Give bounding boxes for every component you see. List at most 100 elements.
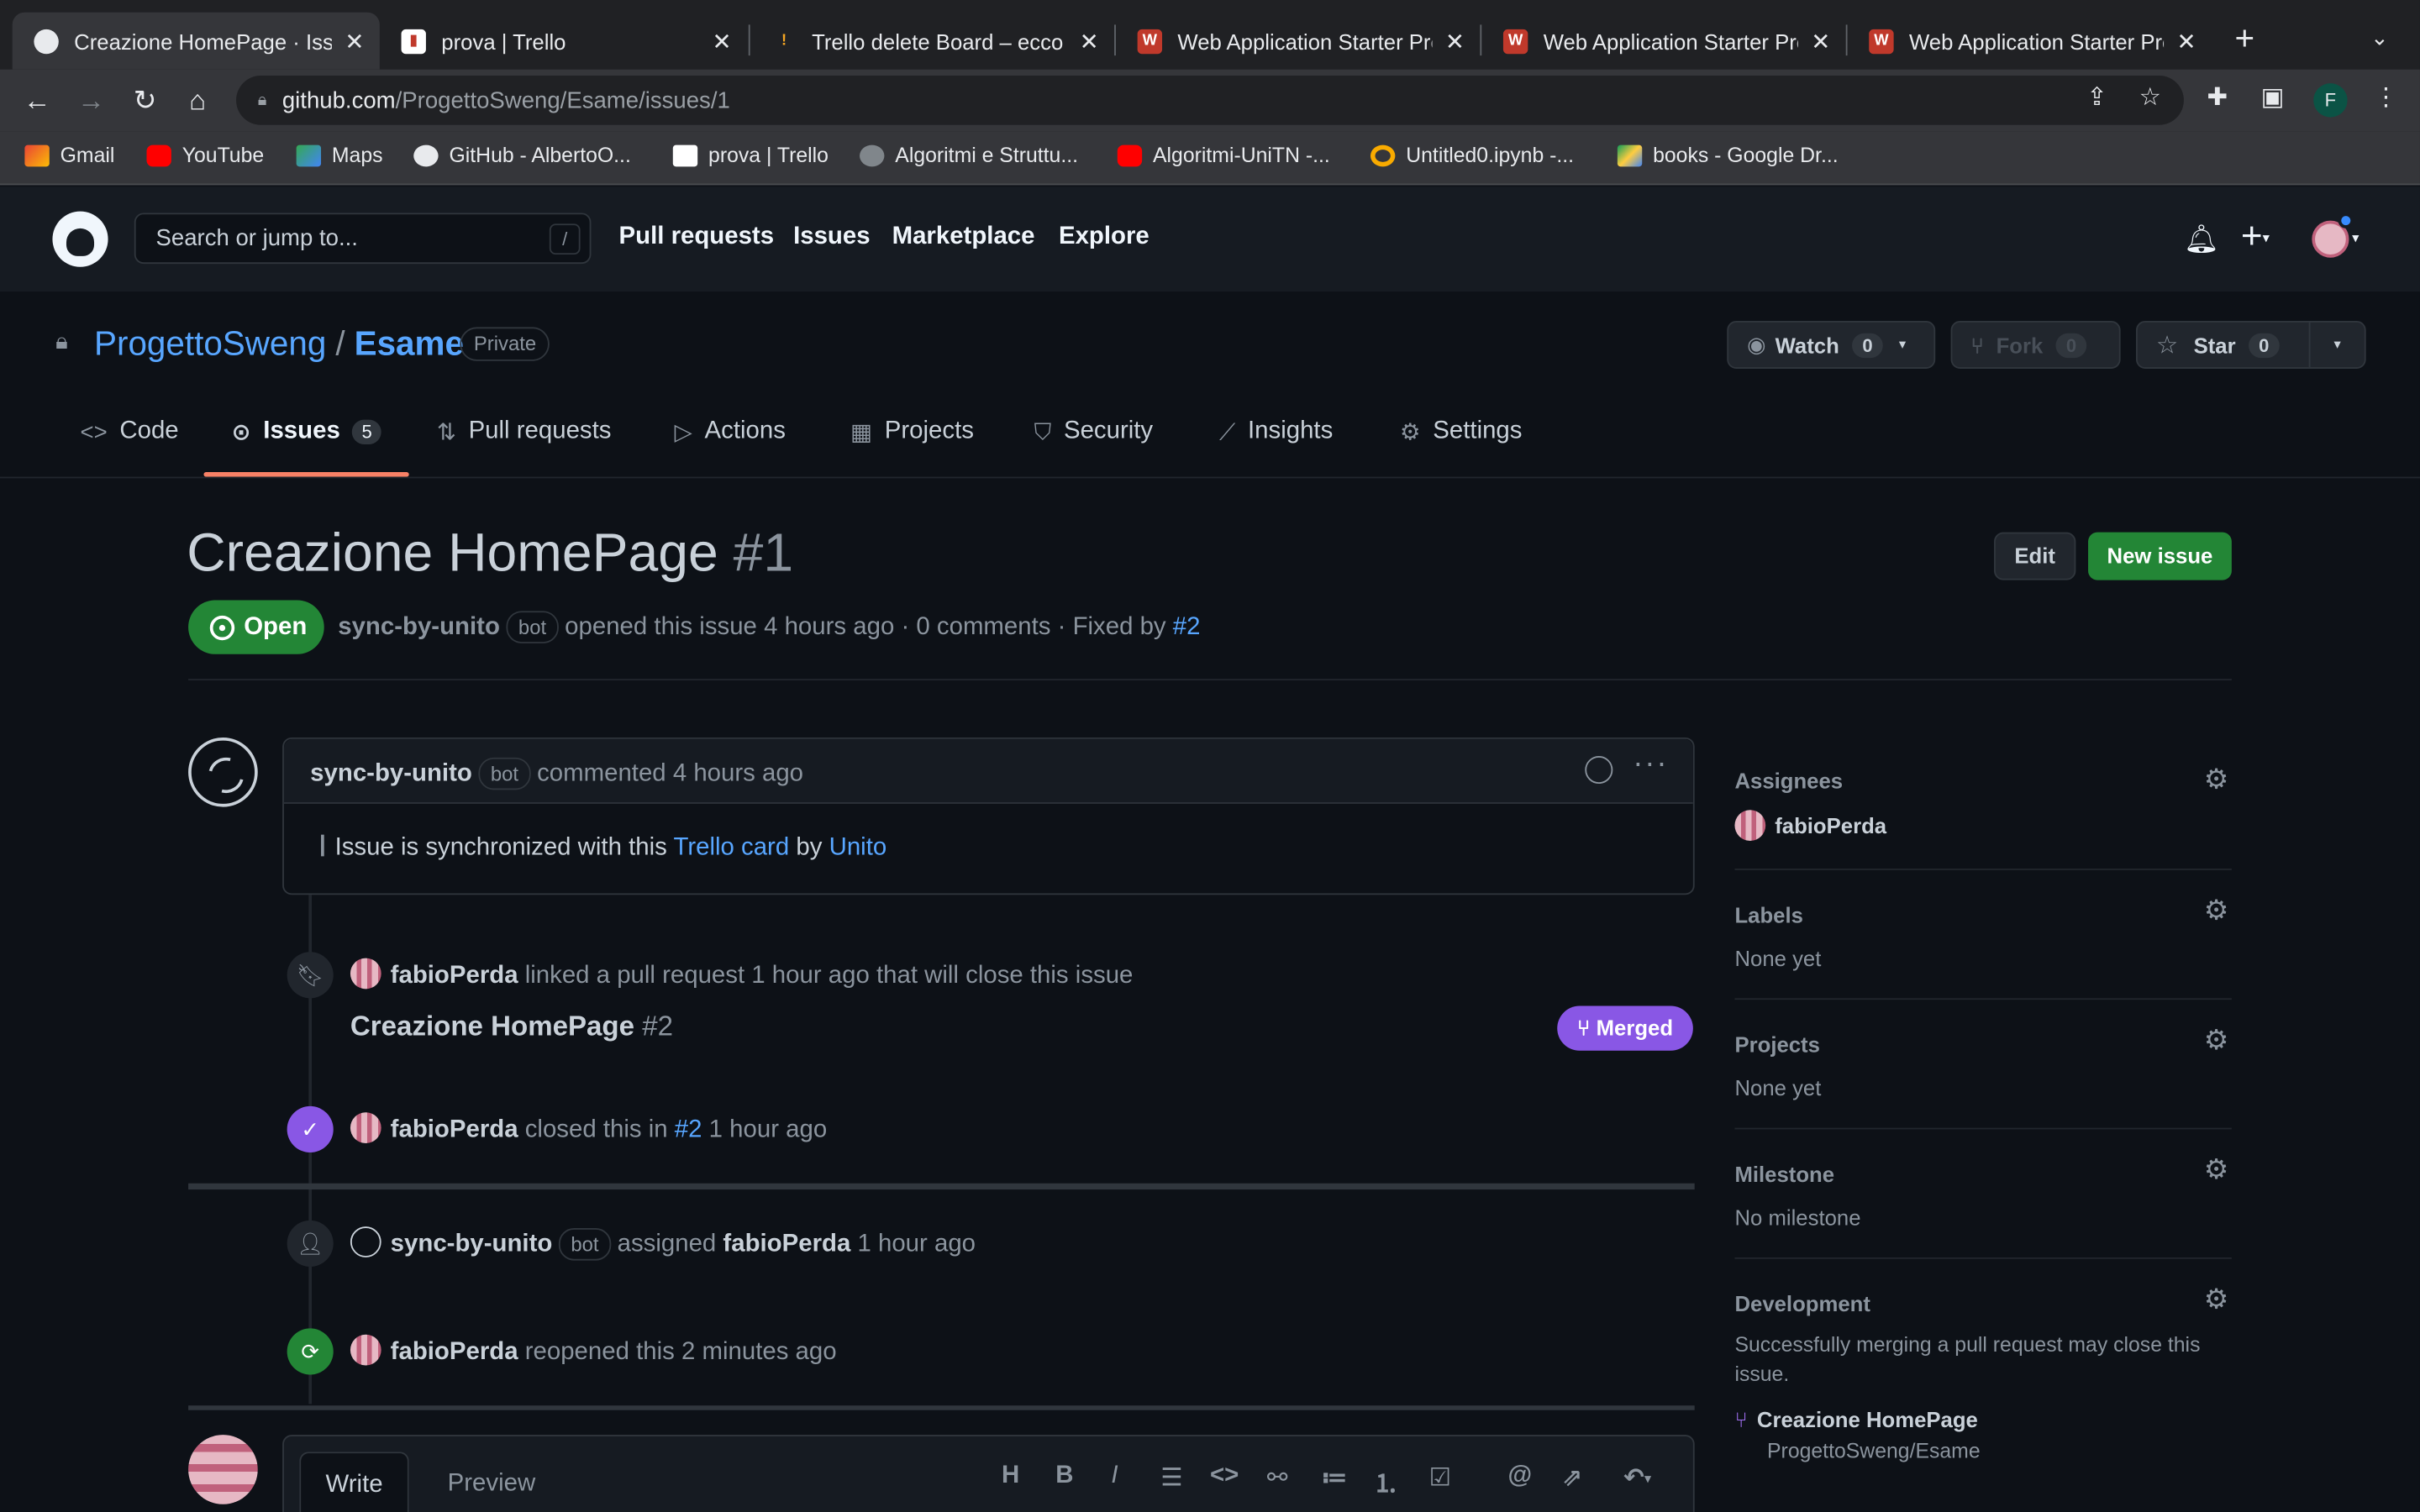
bookmark-item[interactable]: GitHub - AlbertoO... [413,144,631,166]
fixed-by-link[interactable]: #2 [1173,614,1201,640]
browser-menu-icon[interactable]: ⋮ [2374,81,2398,113]
code-icon[interactable]: <> [1210,1462,1239,1490]
side-panel-icon[interactable]: ▣ [2261,81,2285,113]
smiley-reaction-icon[interactable] [1585,755,1613,785]
tab-pull-requests[interactable]: ⇅ Pull requests [437,418,612,446]
close-tab-icon[interactable]: ✕ [345,27,364,55]
event-user-link[interactable]: sync-by-unito [391,1231,553,1257]
current-user-avatar[interactable] [188,1435,258,1504]
bookmark-star-icon[interactable]: ☆ [2139,81,2161,113]
back-arrow-icon[interactable]: ← [18,81,55,118]
search-input[interactable]: Search or jump to... / [134,213,592,265]
unito-avatar[interactable] [188,737,258,807]
browser-tab[interactable]: ▮ prova | Trello ✕ [380,13,747,70]
link-icon[interactable]: ⚯ [1267,1462,1288,1494]
watch-button[interactable]: ◉ Watch 0 ▾ [1727,321,1936,369]
bookmark-item[interactable]: Algoritmi e Struttu... [860,144,1078,166]
close-tab-icon[interactable]: ✕ [1445,27,1465,55]
bookmark-label: Untitled0.ipynb -... [1406,143,1575,167]
trello-card-link[interactable]: Trello card [673,835,789,861]
cross-reference-icon[interactable]: ⇗ [1562,1462,1583,1494]
create-new-plus-icon[interactable]: +▾ [2241,216,2270,259]
user-menu-caret-icon[interactable]: ▾ [2352,230,2359,247]
heading-tool[interactable]: H [1002,1462,1019,1490]
write-tab[interactable]: Write [299,1452,409,1512]
close-tab-icon[interactable]: ✕ [1811,27,1830,55]
event-user-link[interactable]: fabioPerda [391,963,518,989]
tab-settings[interactable]: ⚙ Settings [1400,418,1523,446]
browser-tab[interactable]: ! Trello delete Board – ecco c ✕ [750,13,1114,70]
profile-avatar[interactable]: F [2313,83,2348,118]
event-user-link[interactable]: fabioPerda [391,1117,518,1143]
nav-explore[interactable]: Explore [1059,223,1150,251]
github-header: Search or jump to... / Pull requests Issu… [0,186,2420,292]
quote-icon[interactable]: ☰ [1160,1462,1182,1494]
repo-owner-link[interactable]: ProgettoSweng [94,324,326,363]
tab-issues[interactable]: ⊙ Issues 5 [232,418,381,446]
check-circle-icon: ✓ [287,1105,334,1153]
bookmark-item[interactable]: YouTube [146,144,264,166]
close-tab-icon[interactable]: ✕ [2177,27,2196,55]
event-text: linked a pull request 1 hour ago that wi… [524,963,1134,990]
mention-icon[interactable]: @ [1507,1462,1532,1490]
closing-pr-link[interactable]: #2 [675,1117,702,1143]
bookmark-item[interactable]: Maps [296,144,383,166]
browser-tab[interactable]: W Web Application Starter Pro ✕ [1116,13,1480,70]
bookmark-item[interactable]: Gmail [24,144,114,166]
italic-tool[interactable]: I [1111,1462,1118,1490]
assignee-item[interactable]: fabioPerda [1734,810,1886,842]
notifications-bell-icon[interactable]: 🔔︎ [2184,223,2219,256]
development-gear-icon[interactable]: ⚙ [2204,1284,2229,1316]
issue-author-link[interactable]: sync-by-unito [338,614,500,640]
browser-tab[interactable]: W Web Application Starter Pro ✕ [1848,13,2212,70]
tab-insights[interactable]: ⟋ Insights [1219,418,1333,446]
repo-name-link[interactable]: Esame [355,324,464,363]
bold-tool[interactable]: B [1055,1462,1073,1490]
tab-projects[interactable]: ▦ Projects [850,418,974,446]
unito-link[interactable]: Unito [829,835,887,861]
labels-gear-icon[interactable]: ⚙ [2204,895,2229,927]
reload-icon[interactable]: ↻ [127,81,164,118]
bookmark-item[interactable]: prova | Trello [672,144,829,166]
bulleted-list-icon[interactable]: ≔ [1321,1462,1347,1494]
development-pr-link[interactable]: ⑂ Creazione HomePage [1734,1407,1977,1431]
event-user-link[interactable]: fabioPerda [391,1339,518,1365]
tab-search-chevron-icon[interactable]: ⌄ [2370,24,2389,50]
milestone-gear-icon[interactable]: ⚙ [2204,1154,2229,1187]
share-icon[interactable]: ⇪ [2086,81,2107,113]
numbered-list-icon[interactable]: ⒈ [1374,1462,1398,1499]
new-tab-icon[interactable]: + [2235,21,2255,55]
home-icon[interactable]: ⌂ [179,81,216,118]
new-issue-button[interactable]: New issue [2088,532,2232,580]
extensions-puzzle-icon[interactable]: ✚ [2207,81,2228,113]
star-button[interactable]: ☆ Star 0 [2135,321,2311,369]
nav-pull-requests[interactable]: Pull requests [619,223,775,251]
fork-button[interactable]: ⑂ Fork 0 [1950,321,2121,369]
browser-tab[interactable]: W Web Application Starter Pro ✕ [1481,13,1845,70]
assignees-gear-icon[interactable]: ⚙ [2204,764,2229,796]
address-bar[interactable]: 🔒︎ github.com/ProgettoSweng/Esame/issues… [236,75,2184,125]
preview-tab[interactable]: Preview [423,1452,560,1512]
close-tab-icon[interactable]: ✕ [1080,27,1099,55]
github-logo-icon[interactable] [52,211,108,267]
bookmark-item[interactable]: Algoritmi-UniTN -... [1117,144,1330,166]
projects-gear-icon[interactable]: ⚙ [2204,1025,2229,1058]
browser-tab-active[interactable]: Creazione HomePage · Issu ✕ [12,12,380,70]
kebab-menu-icon[interactable]: ··· [1633,747,1668,782]
star-list-dropdown[interactable]: ▾ [2308,321,2366,369]
nav-issues[interactable]: Issues [793,223,870,251]
comment-author-link[interactable]: sync-by-unito [310,760,472,786]
reply-icon[interactable]: ↶▾ [1623,1462,1651,1494]
bookmark-item[interactable]: books - Google Dr... [1617,144,1839,166]
tab-actions[interactable]: ▷ Actions [675,418,786,446]
nav-marketplace[interactable]: Marketplace [892,223,1035,251]
tab-code[interactable]: <> Code [81,418,179,446]
forward-arrow-icon[interactable]: → [72,81,109,118]
assignee-link[interactable]: fabioPerda [723,1231,850,1257]
linked-pr-title[interactable]: Creazione HomePage #2 [350,1011,673,1043]
bookmark-item[interactable]: Untitled0.ipynb -... [1370,143,1575,167]
task-list-icon[interactable]: ☑ [1429,1462,1451,1494]
tab-security[interactable]: ⛉ Security [1034,418,1154,446]
edit-button[interactable]: Edit [1994,532,2076,580]
close-tab-icon[interactable]: ✕ [712,27,731,55]
